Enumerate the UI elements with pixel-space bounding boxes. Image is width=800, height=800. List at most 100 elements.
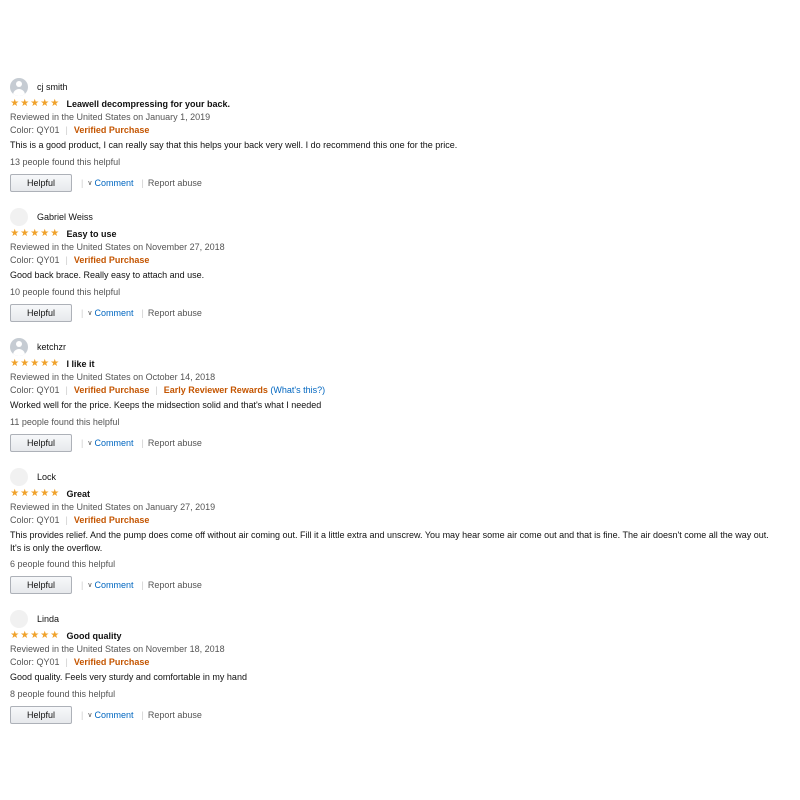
reviewer-profile[interactable]: ketchzr [10,337,770,357]
review-title[interactable]: Great [67,489,91,499]
variant-color: Color: QY01 [10,514,60,525]
comment-label: Comment [94,580,134,590]
star-icon: ★ [30,488,40,499]
user-avatar-icon [10,338,28,356]
star-icon: ★ [20,630,30,641]
star-icon: ★ [50,98,60,109]
star-icon: ★ [10,358,20,369]
review-date: Reviewed in the United States on October… [10,372,216,382]
star-icon: ★ [40,98,50,109]
helpful-count: 10 people found this helpful [10,286,121,297]
star-rating[interactable]: ★ ★ ★ ★ ★ [10,99,60,109]
helpful-button[interactable]: Helpful [10,705,72,724]
reviewer-profile[interactable]: cj smith [10,77,770,97]
star-icon: ★ [30,228,40,239]
helpful-count: 8 people found this helpful [10,688,116,699]
reviewer-name[interactable]: Gabriel Weiss [37,212,93,222]
star-icon: ★ [20,358,30,369]
comment-link[interactable]: ∨ Comment [87,178,133,188]
user-avatar-icon [10,468,28,486]
whats-this-link[interactable]: (What's this?) [270,385,325,395]
star-icon: ★ [40,358,50,369]
reviewer-name[interactable]: Linda [37,614,59,624]
helpful-button[interactable]: Helpful [10,433,72,452]
star-icon: ★ [50,358,60,369]
report-abuse-link[interactable]: Report abuse [148,178,202,188]
reviewer-profile[interactable]: Linda [10,609,770,629]
comment-link[interactable]: ∨ Comment [87,710,133,720]
chevron-down-icon: ∨ [87,309,93,317]
helpful-button[interactable]: Helpful [10,303,72,322]
review: cj smith ★ ★ ★ ★ ★ Leawell decompressing for… [10,77,770,192]
reviewer-name[interactable]: Lock [37,472,56,482]
review-title[interactable]: I like it [67,359,95,369]
report-abuse-link[interactable]: Report abuse [148,308,202,318]
verified-purchase-badge: Verified Purchase [73,514,150,525]
chevron-down-icon: ∨ [87,439,93,447]
review-date: Reviewed in the United States on January… [10,112,211,122]
reviewer-profile[interactable]: Gabriel Weiss [10,207,770,227]
review-title[interactable]: Leawell decompressing for your back. [67,99,231,109]
star-icon: ★ [10,228,20,239]
review-date: Reviewed in the United States on Novembe… [10,644,225,654]
review-body: Good back brace. Really easy to attach a… [10,270,205,280]
verified-purchase-badge: Verified Purchase [73,384,150,395]
review-body: Worked well for the price. Keeps the mid… [10,400,322,410]
comment-label: Comment [94,709,134,720]
star-icon: ★ [10,488,20,499]
report-abuse-link[interactable]: Report abuse [148,710,202,720]
early-reviewer-badge: Early Reviewer Rewards [163,384,268,395]
review: Lock ★ ★ ★ ★ ★ Great Reviewed in the United … [10,467,770,594]
variant-color: Color: QY01 [10,124,60,135]
report-abuse-link[interactable]: Report abuse [148,580,202,590]
comment-label: Comment [94,177,134,188]
star-icon: ★ [10,630,20,641]
chevron-down-icon: ∨ [87,582,93,589]
comment-link[interactable]: ∨ Comment [87,308,133,318]
review-title[interactable]: Easy to use [67,229,117,239]
reviewer-name[interactable]: cj smith [37,82,68,92]
user-avatar-icon [10,208,28,226]
star-rating[interactable]: ★ ★ ★ ★ ★ [10,489,60,499]
star-icon: ★ [20,488,30,499]
variant-color: Color: QY01 [10,384,60,395]
star-icon: ★ [50,488,60,499]
star-icon: ★ [50,630,60,641]
verified-purchase-badge: Verified Purchase [73,124,150,135]
helpful-count: 13 people found this helpful [10,156,121,167]
review-date: Reviewed in the United States on Novembe… [10,242,225,252]
review: Linda ★ ★ ★ ★ ★ Good quality Reviewed in the… [10,609,770,724]
review-date: Reviewed in the United States on January… [10,502,216,512]
variant-color: Color: QY01 [10,656,60,667]
comment-link[interactable]: ∨ Comment [87,580,133,590]
chevron-down-icon: ∨ [87,179,93,187]
comment-label: Comment [94,437,134,448]
review: Gabriel Weiss ★ ★ ★ ★ ★ Easy to use Reviewed… [10,207,770,322]
star-icon: ★ [20,98,30,109]
variant-color: Color: QY01 [10,254,60,265]
helpful-count: 6 people found this helpful [10,559,116,569]
chevron-down-icon: ∨ [87,711,93,719]
star-icon: ★ [30,98,40,109]
helpful-button[interactable]: Helpful [10,576,72,594]
helpful-button[interactable]: Helpful [10,173,72,192]
review: ketchzr ★ ★ ★ ★ ★ I like it Reviewed in the … [10,337,770,452]
verified-purchase-badge: Verified Purchase [73,254,150,265]
star-icon: ★ [30,358,40,369]
star-rating[interactable]: ★ ★ ★ ★ ★ [10,631,60,641]
comment-link[interactable]: ∨ Comment [87,438,133,448]
star-icon: ★ [20,228,30,239]
star-icon: ★ [30,630,40,641]
helpful-count: 11 people found this helpful [10,416,120,427]
star-rating[interactable]: ★ ★ ★ ★ ★ [10,229,60,239]
star-icon: ★ [40,630,50,641]
user-avatar-icon [10,610,28,628]
report-abuse-link[interactable]: Report abuse [148,438,202,448]
reviewer-profile[interactable]: Lock [10,467,770,487]
star-rating[interactable]: ★ ★ ★ ★ ★ [10,359,60,369]
review-body: This provides relief. And the pump does … [10,530,769,553]
user-avatar-icon [10,78,28,96]
star-icon: ★ [40,228,50,239]
reviewer-name[interactable]: ketchzr [37,342,66,352]
review-title[interactable]: Good quality [67,631,122,641]
